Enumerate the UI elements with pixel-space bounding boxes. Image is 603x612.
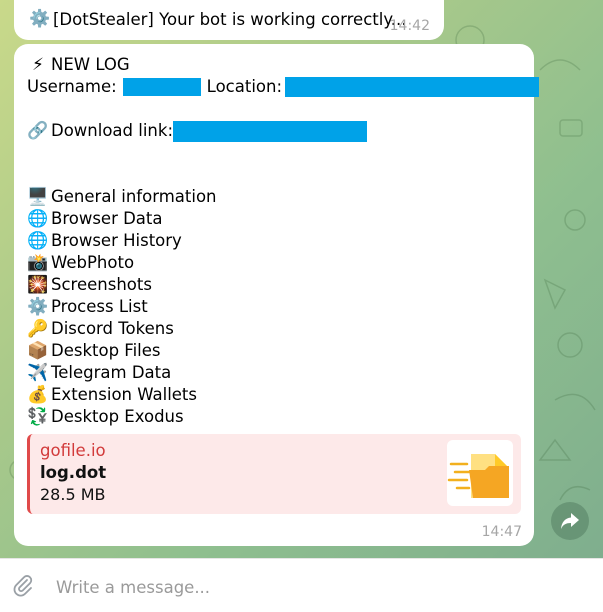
preview-file-size: 28.5 MB	[40, 485, 106, 504]
preview-site-name: gofile.io	[40, 441, 106, 460]
monitor-icon: 🖥️	[27, 187, 49, 207]
log-item: 🎇 Screenshots	[26, 274, 152, 296]
log-item-label: Browser History	[51, 231, 182, 250]
download-label: Download link:	[51, 121, 174, 140]
money-bag-icon: 💰	[27, 385, 49, 405]
log-item-label: Desktop Exodus	[51, 407, 184, 426]
message-time: 14:47	[481, 524, 522, 540]
download-link-row: 🔗 Download link:	[26, 120, 368, 142]
username-redaction	[122, 78, 201, 96]
forward-arrow-icon	[561, 513, 579, 529]
log-item-label: Browser Data	[51, 209, 163, 228]
status-message-text: [DotStealer] Your bot is working correct…	[53, 9, 407, 29]
log-item: 🌐 Browser Data	[26, 208, 163, 230]
message-input[interactable]	[56, 575, 536, 599]
location-redaction	[285, 77, 540, 97]
log-item-label: General information	[51, 187, 217, 206]
log-item-label: Extension Wallets	[51, 385, 198, 404]
log-header: ⚡ NEW LOG	[26, 54, 130, 76]
link-icon: 🔗	[27, 121, 49, 141]
log-item-label: Screenshots	[51, 275, 152, 294]
message-bubble-log[interactable]: ⚡ NEW LOG Username: Location: 🔗 Download…	[14, 44, 540, 546]
gear-icon: ⚙️	[29, 9, 51, 29]
log-item-label: Telegram Data	[51, 363, 172, 382]
log-item-label: Discord Tokens	[51, 319, 174, 338]
globe-icon: 🌐	[27, 231, 49, 251]
link-preview-card[interactable]: gofile.io log.dot 28.5 MB	[27, 434, 521, 514]
log-item: 🖥️ General information	[26, 186, 217, 208]
log-item: 💱 Desktop Exodus	[26, 406, 184, 428]
airplane-icon: ✈️	[27, 363, 49, 383]
key-icon: 🔑	[27, 319, 49, 339]
log-item: ⚙️ Process List	[26, 296, 148, 318]
sparkler-icon: 🎇	[27, 275, 49, 295]
camera-flash-icon: 📸	[27, 253, 49, 273]
attach-button[interactable]	[10, 573, 36, 603]
log-item: 💰 Extension Wallets	[26, 384, 197, 406]
log-item: 🌐 Browser History	[26, 230, 182, 252]
forward-button[interactable]	[551, 502, 589, 540]
log-header-text: NEW LOG	[51, 55, 130, 74]
currency-exchange-icon: 💱	[27, 407, 49, 427]
log-item: 🔑 Discord Tokens	[26, 318, 174, 340]
log-item-label: Desktop Files	[51, 341, 161, 360]
username-label: Username:	[27, 77, 117, 96]
location-label: Location:	[206, 77, 283, 96]
log-item-label: WebPhoto	[51, 253, 135, 272]
message-time: 14:42	[389, 18, 430, 34]
paperclip-icon	[13, 575, 33, 597]
message-composer	[0, 558, 603, 612]
log-item: ✈️ Telegram Data	[26, 362, 171, 384]
message-bubble-status[interactable]: ⚙️ [DotStealer] Your bot is working corr…	[14, 0, 444, 40]
globe-icon: 🌐	[27, 209, 49, 229]
download-link-redaction[interactable]	[173, 120, 368, 142]
status-message-line: ⚙️ [DotStealer] Your bot is working corr…	[28, 9, 407, 29]
gear-icon: ⚙️	[27, 297, 49, 317]
log-item-label: Process List	[51, 297, 148, 316]
package-icon: 📦	[27, 341, 49, 361]
preview-file-name: log.dot	[40, 463, 107, 482]
lightning-icon: ⚡	[32, 55, 44, 75]
log-item: 📸 WebPhoto	[26, 252, 134, 274]
preview-thumbnail[interactable]	[447, 440, 513, 506]
log-item: 📦 Desktop Files	[26, 340, 161, 362]
folder-speed-icon	[447, 454, 509, 498]
log-user-location: Username: Location:	[27, 76, 540, 98]
